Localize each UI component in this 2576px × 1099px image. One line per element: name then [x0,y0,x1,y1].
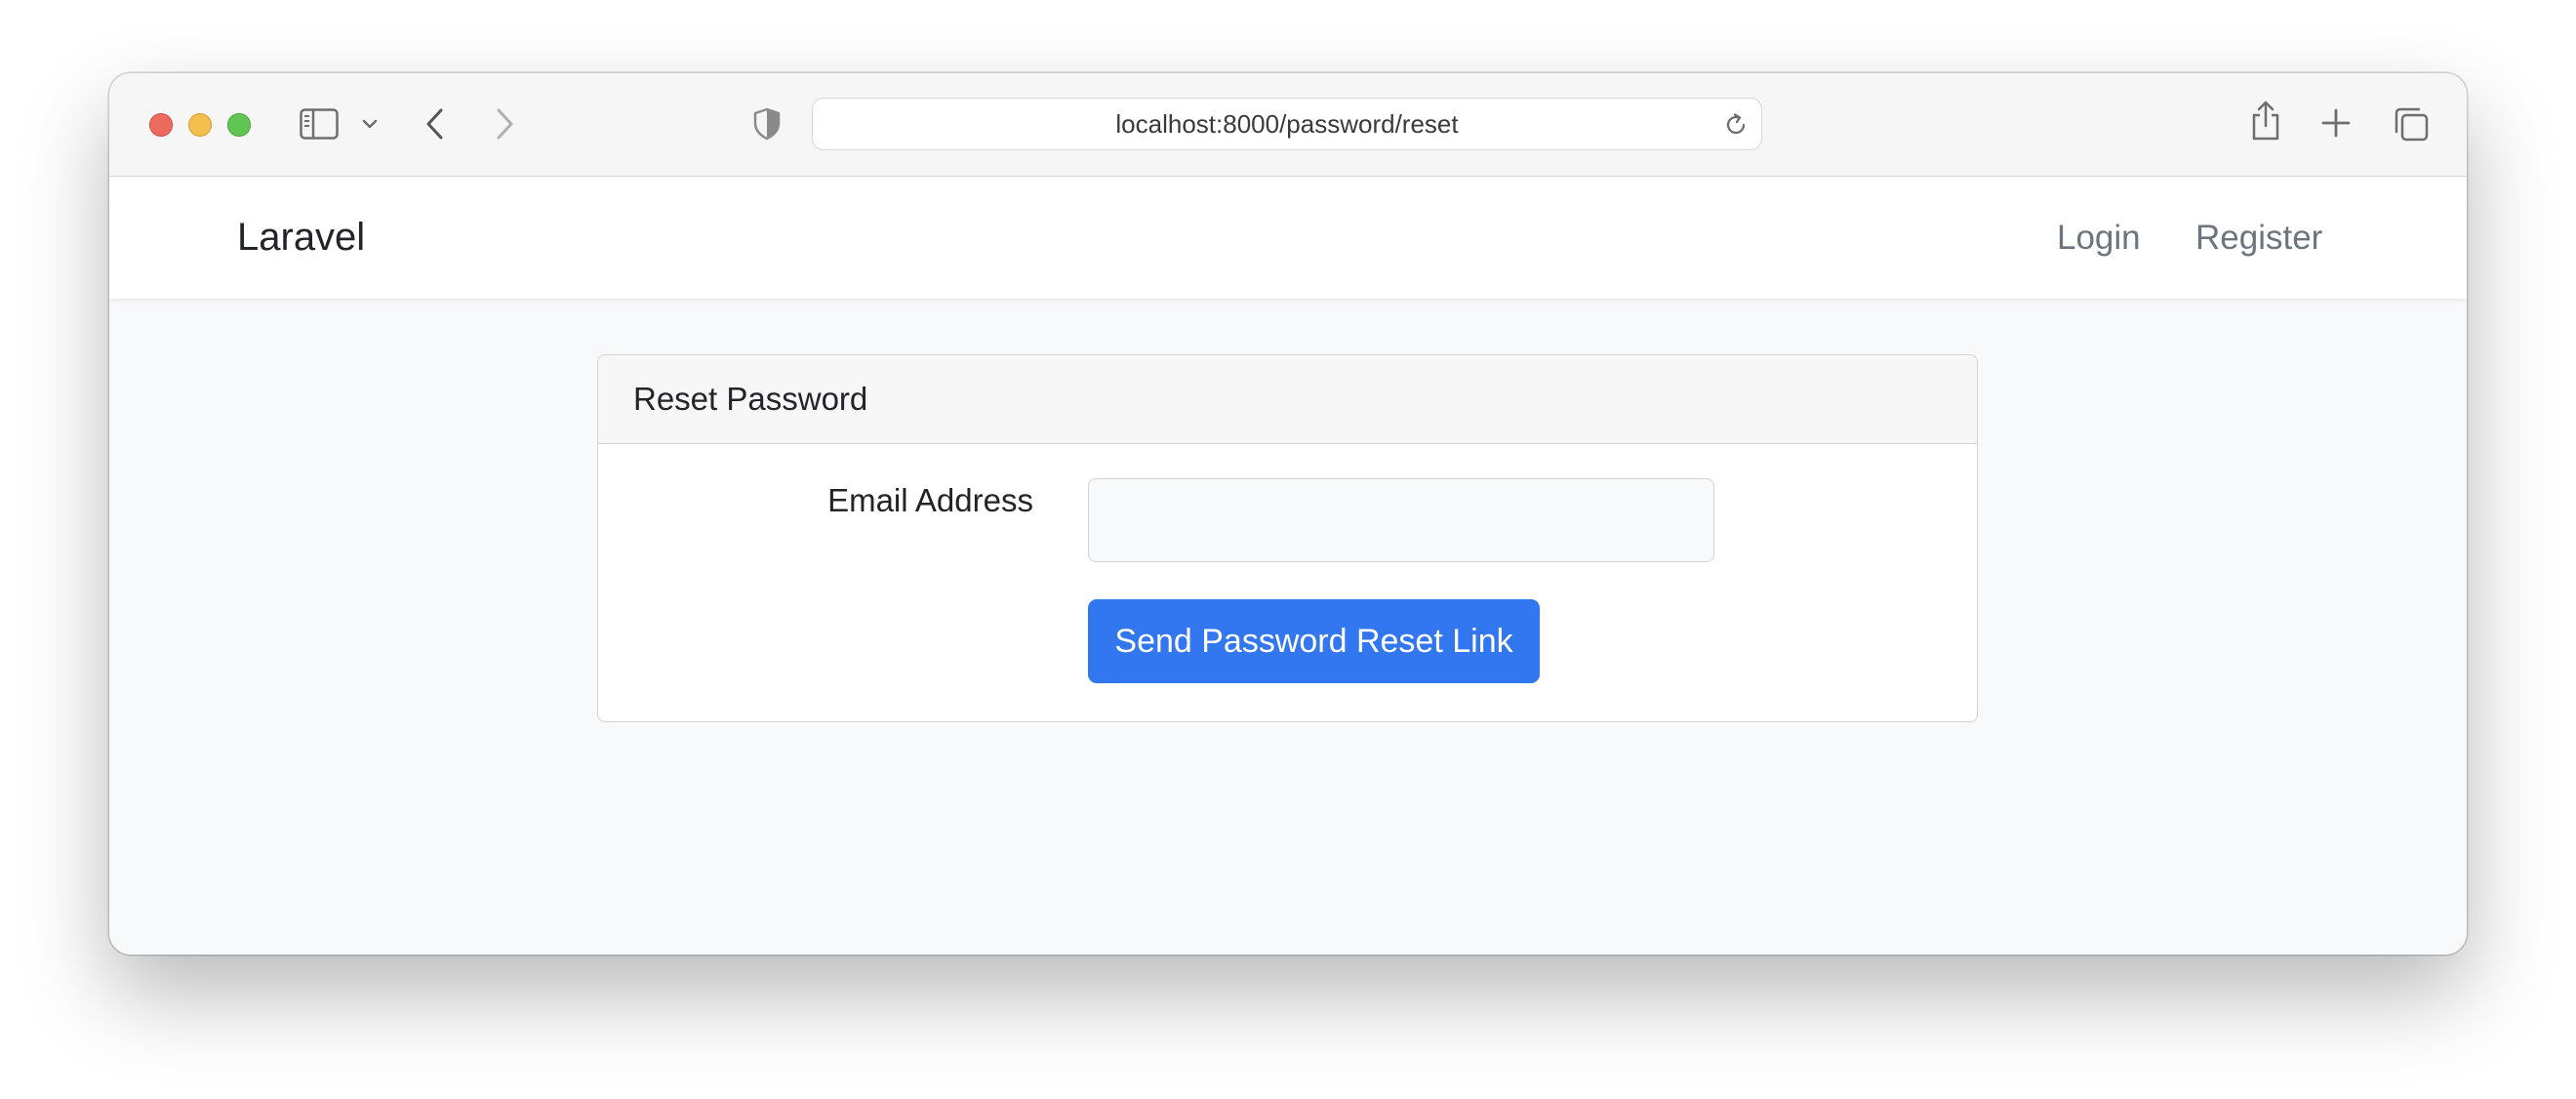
address-bar[interactable]: localhost:8000/password/reset [812,98,1762,150]
reset-password-card: Reset Password Email Address Send Passwo… [597,354,1978,722]
browser-window: localhost:8000/password/reset Laravel Lo… [109,73,2467,955]
chevron-down-icon[interactable] [361,118,379,130]
close-window-button[interactable] [149,113,173,137]
zoom-window-button[interactable] [227,113,251,137]
share-icon[interactable] [2249,100,2282,142]
email-label: Email Address [827,482,1033,518]
reload-icon[interactable] [1723,112,1749,138]
email-input[interactable] [1088,478,1714,562]
card-title: Reset Password [633,381,868,417]
app-navbar: Laravel Login Register [109,177,2467,299]
send-reset-link-button[interactable]: Send Password Reset Link [1088,599,1540,683]
sidebar-icon[interactable] [300,108,339,140]
browser-toolbar: localhost:8000/password/reset [109,73,2467,177]
forward-chevron-icon[interactable] [493,106,516,142]
brand-link[interactable]: Laravel [237,177,365,299]
back-chevron-icon[interactable] [423,106,447,142]
login-link[interactable]: Login [2057,177,2141,299]
shield-icon[interactable] [752,107,782,141]
minimize-window-button[interactable] [188,113,212,137]
card-header: Reset Password [598,355,1977,444]
tabs-icon[interactable] [2393,105,2430,142]
register-link[interactable]: Register [2195,177,2322,299]
url-text: localhost:8000/password/reset [1115,109,1459,139]
plus-icon[interactable] [2320,107,2352,139]
